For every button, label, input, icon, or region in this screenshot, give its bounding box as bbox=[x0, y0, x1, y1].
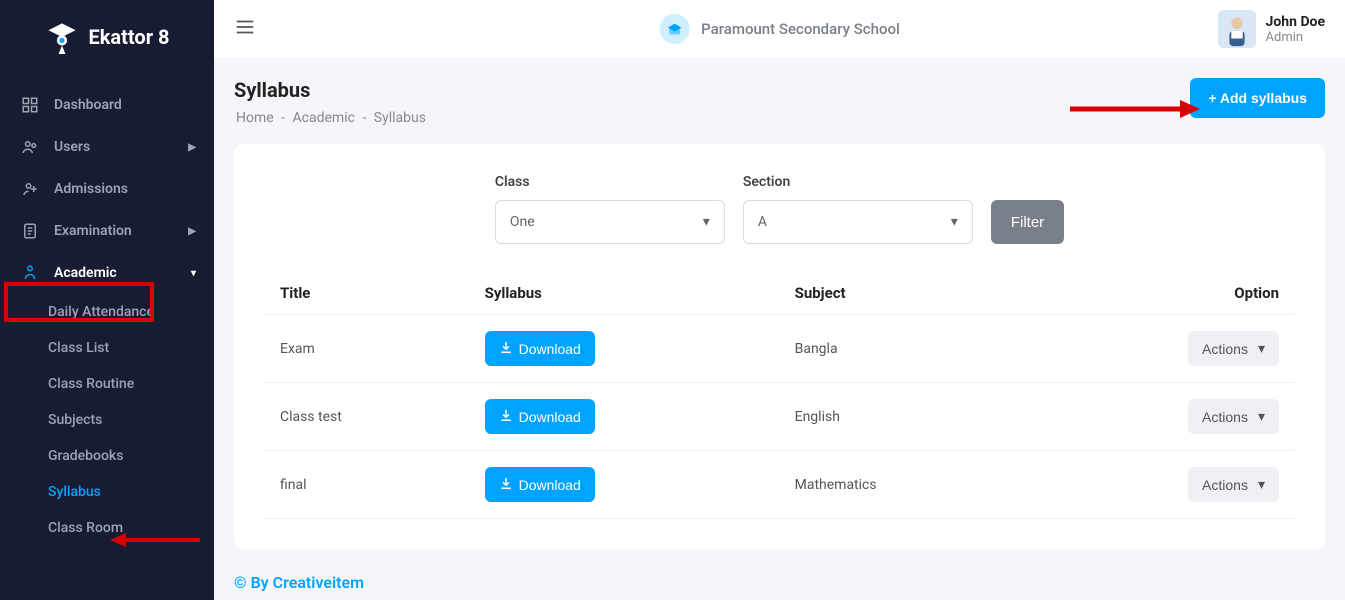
school-icon bbox=[659, 14, 689, 44]
chevron-right-icon: ▶ bbox=[188, 226, 196, 237]
breadcrumb-current: Syllabus bbox=[374, 110, 426, 126]
sidebar-sub-daily-attendance[interactable]: Daily Attendance bbox=[0, 294, 214, 330]
filter-button[interactable]: Filter bbox=[991, 200, 1064, 244]
dashboard-icon bbox=[20, 96, 40, 114]
chevron-down-icon: ▾ bbox=[951, 214, 958, 230]
breadcrumb: Home - Academic - Syllabus bbox=[234, 110, 428, 126]
col-syllabus: Syllabus bbox=[469, 272, 779, 315]
caret-down-icon: ▾ bbox=[1258, 340, 1265, 357]
school-badge: Paramount Secondary School bbox=[659, 14, 900, 44]
topbar: Paramount Secondary School John Doe Admi… bbox=[214, 0, 1345, 58]
sidebar-item-label: Dashboard bbox=[54, 97, 122, 113]
col-option: Option bbox=[1027, 272, 1295, 315]
academic-icon bbox=[20, 264, 40, 282]
download-button[interactable]: Download bbox=[485, 467, 595, 502]
user-meta: John Doe Admin bbox=[1266, 14, 1325, 45]
section-select-value: A bbox=[758, 214, 767, 230]
actions-button[interactable]: Actions▾ bbox=[1188, 331, 1279, 366]
section-label: Section bbox=[743, 174, 973, 190]
breadcrumb-home[interactable]: Home bbox=[236, 110, 274, 126]
filter-bar: Class One ▾ Section A ▾ Filter bbox=[264, 174, 1295, 244]
sidebar-item-label: Academic bbox=[54, 265, 117, 281]
download-icon bbox=[499, 340, 513, 357]
cell-title: Class test bbox=[264, 383, 469, 451]
page-title: Syllabus bbox=[234, 78, 428, 102]
sidebar-sub-gradebooks[interactable]: Gradebooks bbox=[0, 438, 214, 474]
sidebar-item-academic[interactable]: Academic ▾ bbox=[0, 252, 214, 294]
sidebar-sub-class-list[interactable]: Class List bbox=[0, 330, 214, 366]
class-label: Class bbox=[495, 174, 725, 190]
cell-subject: Bangla bbox=[779, 315, 1027, 383]
class-select-value: One bbox=[510, 214, 535, 230]
footer-credit[interactable]: © By Creativeitem bbox=[234, 573, 1325, 592]
cell-title: final bbox=[264, 451, 469, 519]
school-name: Paramount Secondary School bbox=[701, 20, 900, 38]
chevron-right-icon: ▶ bbox=[188, 142, 196, 153]
sidebar-sub-subjects[interactable]: Subjects bbox=[0, 402, 214, 438]
user-role: Admin bbox=[1266, 30, 1325, 45]
users-icon bbox=[20, 138, 40, 156]
copyright-icon: © bbox=[234, 573, 247, 592]
syllabus-table: Title Syllabus Subject Option Exam Downl… bbox=[264, 272, 1295, 519]
breadcrumb-academic[interactable]: Academic bbox=[293, 110, 355, 126]
col-title: Title bbox=[264, 272, 469, 315]
syllabus-card: Class One ▾ Section A ▾ Filter bbox=[234, 144, 1325, 549]
sidebar-item-label: Users bbox=[54, 139, 90, 155]
download-button[interactable]: Download bbox=[485, 399, 595, 434]
section-select[interactable]: A ▾ bbox=[743, 200, 973, 244]
cell-subject: Mathematics bbox=[779, 451, 1027, 519]
content: Syllabus Home - Academic - Syllabus + Ad… bbox=[214, 58, 1345, 600]
sidebar-item-examination[interactable]: Examination ▶ bbox=[0, 210, 214, 252]
chevron-down-icon: ▾ bbox=[703, 214, 710, 230]
cell-subject: English bbox=[779, 383, 1027, 451]
caret-down-icon: ▾ bbox=[1258, 476, 1265, 493]
user-menu[interactable]: John Doe Admin bbox=[1218, 10, 1325, 48]
sidebar-sub-syllabus[interactable]: Syllabus bbox=[0, 474, 214, 510]
download-button[interactable]: Download bbox=[485, 331, 595, 366]
sidebar-item-label: Admissions bbox=[54, 181, 128, 197]
actions-button[interactable]: Actions▾ bbox=[1188, 399, 1279, 434]
caret-down-icon: ▾ bbox=[1258, 408, 1265, 425]
add-syllabus-button[interactable]: + Add syllabus bbox=[1190, 78, 1325, 118]
avatar bbox=[1218, 10, 1256, 48]
download-icon bbox=[499, 476, 513, 493]
actions-button[interactable]: Actions▾ bbox=[1188, 467, 1279, 502]
admissions-icon bbox=[20, 180, 40, 198]
table-row: Exam Download Bangla Actions▾ bbox=[264, 315, 1295, 383]
examination-icon bbox=[20, 222, 40, 240]
page-header: Syllabus Home - Academic - Syllabus + Ad… bbox=[234, 78, 1325, 126]
table-row: final Download Mathematics Actions▾ bbox=[264, 451, 1295, 519]
sidebar-sub-class-routine[interactable]: Class Routine bbox=[0, 366, 214, 402]
download-icon bbox=[499, 408, 513, 425]
main: Paramount Secondary School John Doe Admi… bbox=[214, 0, 1345, 600]
col-subject: Subject bbox=[779, 272, 1027, 315]
sidebar-sub-class-room[interactable]: Class Room bbox=[0, 510, 214, 546]
menu-toggle-icon[interactable] bbox=[234, 16, 256, 42]
table-row: Class test Download English Actions▾ bbox=[264, 383, 1295, 451]
brand: Ekattor 8 bbox=[0, 20, 214, 54]
sidebar: Ekattor 8 Dashboard Users ▶ Admissions E… bbox=[0, 0, 214, 600]
sidebar-item-admissions[interactable]: Admissions bbox=[0, 168, 214, 210]
sidebar-item-users[interactable]: Users ▶ bbox=[0, 126, 214, 168]
sidebar-item-dashboard[interactable]: Dashboard bbox=[0, 84, 214, 126]
brand-name: Ekattor 8 bbox=[89, 25, 170, 49]
user-name: John Doe bbox=[1266, 14, 1325, 30]
chevron-down-icon: ▾ bbox=[191, 268, 196, 279]
sidebar-item-label: Examination bbox=[54, 223, 132, 239]
cell-title: Exam bbox=[264, 315, 469, 383]
brand-logo-icon bbox=[45, 20, 79, 54]
class-select[interactable]: One ▾ bbox=[495, 200, 725, 244]
